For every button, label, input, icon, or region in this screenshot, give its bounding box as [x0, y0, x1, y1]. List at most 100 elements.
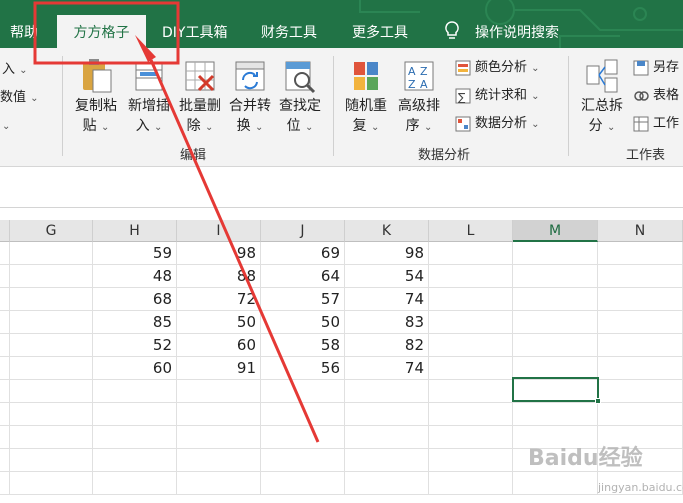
data-cell[interactable]: 56 [261, 357, 345, 380]
grid-cell[interactable] [177, 403, 261, 426]
column-header-l[interactable]: L [429, 220, 513, 242]
grid-cell[interactable] [0, 472, 10, 495]
grid-cell[interactable] [598, 334, 683, 357]
data-cell[interactable]: 50 [261, 311, 345, 334]
grid-cell[interactable] [598, 403, 683, 426]
tell-me-search[interactable]: 操作说明搜索 [475, 22, 559, 42]
grid-cell[interactable] [261, 403, 345, 426]
work-button[interactable]: 工作 [633, 114, 679, 134]
data-cell[interactable]: 57 [261, 288, 345, 311]
summary-split-button[interactable]: 汇总拆 分 ⌄ [576, 56, 628, 138]
data-cell[interactable]: 98 [177, 242, 261, 265]
grid-cell[interactable] [513, 242, 598, 265]
tab-help[interactable]: 帮助 [10, 22, 38, 42]
grid-cell[interactable] [177, 472, 261, 495]
grid-cell[interactable] [429, 334, 513, 357]
grid-cell[interactable] [10, 426, 93, 449]
grid-cell[interactable] [261, 426, 345, 449]
grid-cell[interactable] [10, 242, 93, 265]
grid-cell[interactable] [0, 311, 10, 334]
grid-cell[interactable] [429, 380, 513, 403]
tab-more-tools[interactable]: 更多工具 [352, 22, 408, 42]
data-cell[interactable]: 91 [177, 357, 261, 380]
data-cell[interactable]: 83 [345, 311, 429, 334]
grid-cell[interactable] [345, 472, 429, 495]
column-header-partial[interactable] [0, 220, 10, 242]
data-cell[interactable]: 98 [345, 242, 429, 265]
find-locate-button[interactable]: 查找定 位 ⌄ [274, 56, 326, 138]
grid-cell[interactable] [0, 288, 10, 311]
grid-cell[interactable] [513, 472, 598, 495]
grid-cell[interactable] [598, 380, 683, 403]
grid-cell[interactable] [10, 357, 93, 380]
advanced-sort-button[interactable]: A Z Z A 高级排 序 ⌄ [393, 56, 445, 138]
grid-cell[interactable] [513, 288, 598, 311]
data-cell[interactable]: 59 [93, 242, 177, 265]
data-cell[interactable]: 74 [345, 357, 429, 380]
data-cell[interactable]: 74 [345, 288, 429, 311]
formula-bar[interactable] [0, 168, 683, 208]
grid-cell[interactable] [0, 357, 10, 380]
grid-cell[interactable] [0, 426, 10, 449]
grid-cell[interactable] [429, 288, 513, 311]
grid-cell[interactable] [10, 449, 93, 472]
grid-cell[interactable] [0, 334, 10, 357]
grid-cell[interactable] [93, 472, 177, 495]
grid-cell[interactable] [429, 449, 513, 472]
partial-dropdown-chevron[interactable]: ⌄ [2, 116, 10, 136]
data-cell[interactable]: 52 [93, 334, 177, 357]
column-header-g[interactable]: G [10, 220, 93, 242]
new-insert-button[interactable]: 新增插 入 ⌄ [123, 56, 175, 138]
partial-insert-item[interactable]: 入 ⌄ [2, 60, 28, 80]
save-as-button[interactable]: 另存 [633, 58, 679, 78]
grid-cell[interactable] [93, 403, 177, 426]
partial-value-item[interactable]: 数值 ⌄ [0, 88, 39, 108]
data-analysis-button[interactable]: 数据分析 ⌄ [455, 114, 540, 134]
grid-cell[interactable] [513, 311, 598, 334]
data-cell[interactable]: 54 [345, 265, 429, 288]
tab-fangfang[interactable]: 方方格子 [57, 15, 146, 48]
grid-cell[interactable] [429, 472, 513, 495]
random-repeat-button[interactable]: 随机重 复 ⌄ [340, 56, 392, 138]
grid-cell[interactable] [429, 357, 513, 380]
data-cell[interactable]: 48 [93, 265, 177, 288]
grid-cell[interactable] [598, 311, 683, 334]
data-cell[interactable]: 69 [261, 242, 345, 265]
grid-cell[interactable] [177, 380, 261, 403]
grid-cell[interactable] [10, 311, 93, 334]
active-cell-m9[interactable] [512, 377, 601, 404]
column-header-n[interactable]: N [598, 220, 683, 242]
grid-cell[interactable] [177, 426, 261, 449]
column-header-j[interactable]: J [261, 220, 345, 242]
data-cell[interactable]: 82 [345, 334, 429, 357]
grid-cell[interactable] [345, 380, 429, 403]
column-header-h[interactable]: H [93, 220, 177, 242]
tab-diy-toolbox[interactable]: DIY工具箱 [162, 22, 227, 42]
grid-cell[interactable] [261, 380, 345, 403]
copy-paste-button[interactable]: 复制粘 贴 ⌄ [70, 56, 122, 138]
grid-cell[interactable] [429, 426, 513, 449]
grid-cell[interactable] [0, 380, 10, 403]
data-cell[interactable]: 85 [93, 311, 177, 334]
grid-cell[interactable] [10, 472, 93, 495]
grid-cell[interactable] [93, 380, 177, 403]
merge-convert-button[interactable]: 合并转 换 ⌄ [224, 56, 276, 138]
grid-cell[interactable] [598, 357, 683, 380]
grid-cell[interactable] [261, 449, 345, 472]
grid-cell[interactable] [10, 334, 93, 357]
batch-delete-button[interactable]: 批量删 除 ⌄ [174, 56, 226, 138]
data-cell[interactable]: 60 [177, 334, 261, 357]
tab-finance-tools[interactable]: 财务工具 [261, 22, 317, 42]
grid-cell[interactable] [177, 449, 261, 472]
grid-cell[interactable] [429, 265, 513, 288]
grid-cell[interactable] [345, 403, 429, 426]
grid-cell[interactable] [345, 426, 429, 449]
grid-cell[interactable] [513, 334, 598, 357]
column-header-m[interactable]: M [513, 220, 598, 242]
grid-cell[interactable] [261, 472, 345, 495]
data-cell[interactable]: 60 [93, 357, 177, 380]
grid-cell[interactable] [10, 265, 93, 288]
grid-cell[interactable] [598, 242, 683, 265]
grid-cell[interactable] [10, 288, 93, 311]
data-cell[interactable]: 88 [177, 265, 261, 288]
